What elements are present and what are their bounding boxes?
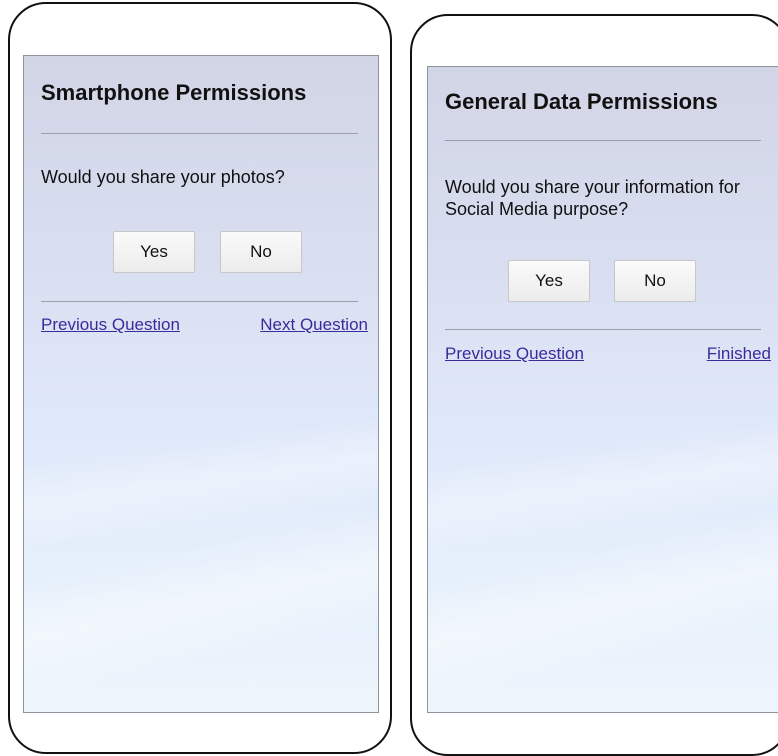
finished-link[interactable]: Finished	[707, 344, 771, 364]
phone-frame-left: Smartphone Permissions Would you share y…	[8, 2, 392, 754]
previous-question-link[interactable]: Previous Question	[41, 315, 180, 335]
yes-button[interactable]: Yes	[508, 260, 590, 302]
nav-divider	[41, 301, 358, 302]
page-title: Smartphone Permissions	[41, 80, 307, 105]
title-divider	[41, 133, 358, 134]
next-question-link[interactable]: Next Question	[260, 315, 368, 335]
yes-button[interactable]: Yes	[113, 231, 195, 273]
question-text: Would you share your information for Soc…	[445, 177, 740, 219]
screen-smartphone-permissions: Smartphone Permissions Would you share y…	[23, 55, 379, 713]
nav-divider	[445, 329, 761, 330]
previous-question-link[interactable]: Previous Question	[445, 344, 584, 364]
question-text: Would you share your photos?	[41, 167, 285, 187]
title-divider	[445, 140, 761, 141]
phone-frame-right: General Data Permissions Would you share…	[410, 14, 778, 756]
no-button[interactable]: No	[220, 231, 302, 273]
screen-general-data-permissions: General Data Permissions Would you share…	[427, 66, 778, 713]
no-button[interactable]: No	[614, 260, 696, 302]
page-title: General Data Permissions	[445, 89, 718, 114]
